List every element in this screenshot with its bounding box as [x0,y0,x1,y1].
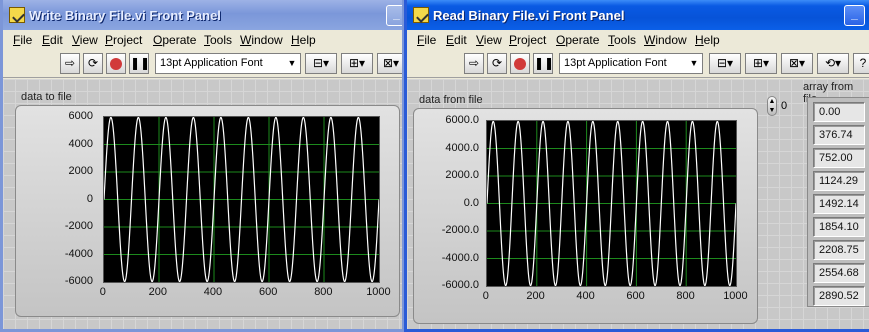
array-index-spinner[interactable]: ▲ ▼ [767,96,777,116]
plot-area[interactable] [486,120,737,287]
y-tick-label: -2000 [64,220,93,232]
run-continuously-icon[interactable]: ⟳ [487,53,507,74]
menu-file[interactable]: File [417,33,436,47]
graph-label: data from file [419,94,483,106]
menu-edit[interactable]: Edit [42,33,63,47]
array-element[interactable]: 2208.75 [813,240,865,260]
resize-objects-icon[interactable]: ⊠▾ [377,53,402,74]
resize-objects-icon[interactable]: ⊠▾ [781,53,813,74]
x-tick-label: 0 [99,286,106,298]
run-arrow-icon[interactable]: ⇨ [60,53,80,74]
sine-trace [486,120,737,287]
array-index-value[interactable]: 0 [781,100,787,112]
x-tick-label: 200 [148,286,167,298]
y-tick-label: -2000.0 [441,224,479,236]
read-binary-window: Read Binary File.vi Front Panel _ File E… [404,0,869,332]
graph-label: data to file [21,91,72,103]
menu-file[interactable]: File [13,33,32,47]
labview-icon [9,7,25,23]
chevron-down-icon: ▼ [689,58,699,68]
y-tick-label: 4000.0 [445,141,479,154]
labview-icon [413,7,429,23]
align-objects-icon[interactable]: ⊟▾ [709,53,741,74]
waveform-plot [486,120,737,287]
pause-icon[interactable]: ❚❚ [533,53,554,74]
menu-tools[interactable]: Tools [608,33,636,47]
menu-operate[interactable]: Operate [153,33,196,47]
x-tick-label: 0 [482,290,489,302]
y-tick-label: 4000 [68,137,93,150]
x-tick-label: 1000 [366,286,391,298]
pause-icon[interactable]: ❚❚ [129,53,150,74]
menu-help[interactable]: Help [291,33,316,47]
font-selector-value: 13pt Application Font [160,57,263,69]
x-tick-label: 600 [259,286,278,298]
y-tick-label: -4000 [64,247,93,260]
y-tick-label: 2000.0 [445,169,479,181]
x-tick-label: 600 [626,290,645,302]
array-element[interactable]: 752.00 [813,148,865,168]
menu-operate[interactable]: Operate [556,33,599,47]
run-continuously-icon[interactable]: ⟳ [83,53,103,74]
array-element[interactable]: 1492.14 [813,194,865,214]
toolbar: ⇨ ⟳ ❚❚ 13pt Application Font ▼ ⊟▾ ⊞▾ ⊠▾ [3,50,402,78]
menu-bar: File Edit View Project Operate Tools Win… [3,30,402,50]
waveform-plot [103,116,380,283]
chevron-down-icon: ▼ [287,58,297,68]
run-arrow-icon[interactable]: ⇨ [464,53,484,74]
array-element[interactable]: 1124.29 [813,171,865,191]
reorder-objects-icon[interactable]: ⟲▾ [817,53,849,74]
array-element[interactable]: 1854.10 [813,217,865,237]
menu-window[interactable]: Window [240,33,283,47]
abort-icon[interactable] [510,53,530,74]
array-element[interactable]: 2890.52 [813,286,865,306]
menu-window[interactable]: Window [644,33,687,47]
distribute-objects-icon[interactable]: ⊞▾ [341,53,373,74]
minimize-button[interactable]: _ [386,5,402,26]
x-tick-label: 800 [676,290,695,302]
x-tick-label: 800 [314,286,333,298]
plot-area[interactable] [103,116,380,283]
font-selector-value: 13pt Application Font [564,57,667,69]
y-tick-label: -6000.0 [441,279,479,291]
menu-help[interactable]: Help [695,33,720,47]
front-panel: data from file 6000.0 4000.0 2000.0 0.0 -200… [407,79,869,329]
array-element[interactable]: 2554.68 [813,263,865,283]
y-tick-label: -4000.0 [441,251,479,264]
y-tick-label: 0 [86,192,93,205]
menu-project[interactable]: Project [509,33,546,47]
y-tick-label: 2000 [68,165,93,177]
x-tick-label: 400 [203,286,223,298]
menu-bar: File Edit View Project Operate Tools Win… [407,30,869,50]
align-objects-icon[interactable]: ⊟▾ [305,53,337,74]
menu-view[interactable]: View [476,33,502,47]
y-tick-label: 0.0 [463,196,479,209]
window-title: Write Binary File.vi Front Panel [29,8,221,23]
y-tick-label: -6000 [64,275,93,287]
menu-view[interactable]: View [72,33,98,47]
distribute-objects-icon[interactable]: ⊞▾ [745,53,777,74]
x-tick-label: 400 [576,290,595,302]
menu-edit[interactable]: Edit [446,33,467,47]
title-bar[interactable]: Read Binary File.vi Front Panel _ [407,0,869,30]
x-tick-label: 1000 [723,290,748,302]
x-tick-label: 200 [526,290,545,302]
font-selector[interactable]: 13pt Application Font ▼ [155,53,301,74]
window-title: Read Binary File.vi Front Panel [433,8,625,23]
front-panel: data to file 6000 4000 2000 0 -2000 -4000 -600… [3,79,402,329]
sine-trace [103,116,380,283]
y-tick-label: 6000.0 [445,114,479,126]
abort-icon[interactable] [106,53,126,74]
write-binary-window: Write Binary File.vi Front Panel _ File … [0,0,405,332]
array-element[interactable]: 376.74 [813,125,865,145]
menu-project[interactable]: Project [105,33,142,47]
array-element[interactable]: 0.00 [813,102,865,122]
font-selector[interactable]: 13pt Application Font ▼ [559,53,703,74]
minimize-button[interactable]: _ [844,5,865,26]
toolbar: ⇨ ⟳ ❚❚ 13pt Application Font ▼ ⊟▾ ⊞▾ ⊠▾ … [407,50,869,78]
title-bar[interactable]: Write Binary File.vi Front Panel _ [3,0,402,30]
help-icon[interactable]: ? [853,53,869,74]
y-tick-label: 6000 [68,110,93,122]
menu-tools[interactable]: Tools [204,33,232,47]
